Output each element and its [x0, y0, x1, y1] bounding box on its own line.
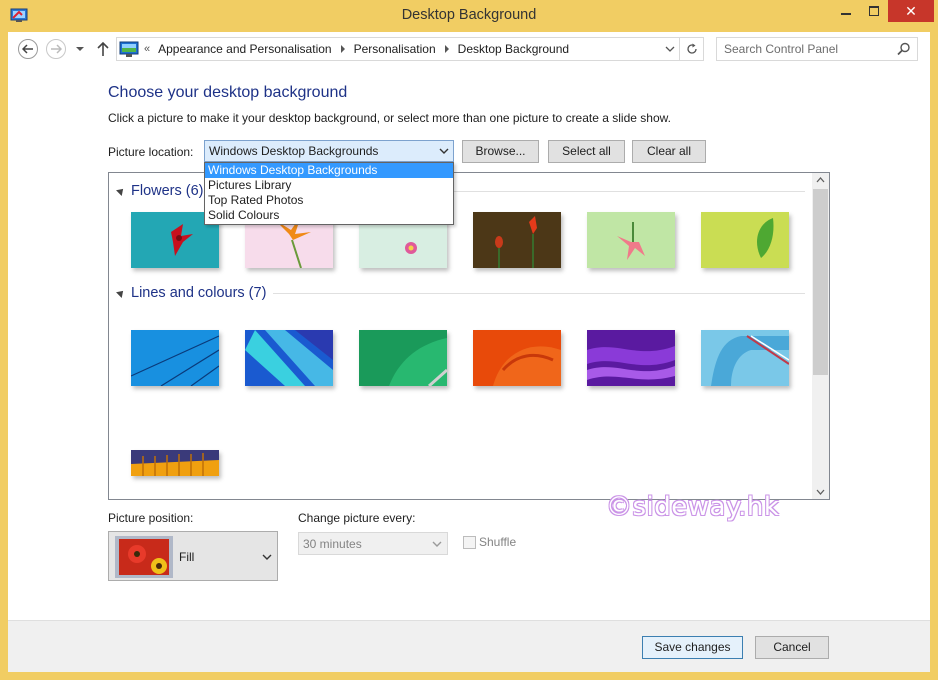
save-changes-button[interactable]: Save changes — [642, 636, 743, 659]
page-description: Click a picture to make it your desktop … — [108, 111, 671, 125]
orange-panels-image — [131, 450, 219, 476]
picture-position-select[interactable]: Fill — [108, 531, 278, 581]
cancel-button[interactable]: Cancel — [755, 636, 829, 659]
breadcrumb-separator-icon[interactable] — [444, 45, 449, 53]
back-button[interactable] — [18, 39, 38, 59]
flower-pink-lily-green-image — [587, 212, 675, 268]
dropdown-option-windows-backgrounds[interactable]: Windows Desktop Backgrounds — [205, 163, 453, 178]
search-box[interactable] — [716, 37, 918, 61]
collapse-triangle-icon[interactable] — [116, 288, 126, 298]
forward-button[interactable] — [46, 39, 66, 59]
wallpaper-thumbnail-lines-5[interactable] — [587, 330, 675, 386]
maximize-button[interactable] — [860, 0, 888, 22]
breadcrumb-appearance[interactable]: Appearance and Personalisation — [158, 42, 331, 56]
maximize-icon — [869, 6, 879, 16]
purple-waves-image — [587, 330, 675, 386]
clear-all-button[interactable]: Clear all — [632, 140, 706, 163]
position-preview-image — [115, 536, 173, 578]
watermark: ©sideway.hk — [606, 492, 780, 522]
select-all-button[interactable]: Select all — [548, 140, 625, 163]
green-curve-image — [359, 330, 447, 386]
search-icon[interactable] — [897, 42, 911, 56]
chevron-down-icon[interactable] — [665, 45, 675, 53]
group-title-flowers: Flowers (6) — [131, 183, 204, 199]
chevron-down-icon — [432, 541, 442, 547]
wallpaper-thumbnail-lines-1[interactable] — [131, 330, 219, 386]
chevron-down-icon — [262, 554, 272, 560]
breadcrumb-desktop-background[interactable]: Desktop Background — [458, 42, 569, 56]
scrollbar-thumb[interactable] — [813, 189, 828, 375]
picture-position-label: Picture position: — [108, 511, 194, 525]
overflow-chevron-icon[interactable]: « — [144, 43, 150, 55]
wallpaper-thumbnail-lines-7[interactable] — [131, 450, 219, 476]
arrow-right-icon — [51, 44, 62, 54]
wallpaper-thumbnail-flower-4[interactable] — [473, 212, 561, 268]
breadcrumb-separator-icon[interactable] — [340, 45, 345, 53]
green-leaf-image — [701, 212, 789, 268]
picture-location-dropdown[interactable]: Windows Desktop Backgrounds Pictures Lib… — [204, 162, 454, 225]
dropdown-option-solid-colours[interactable]: Solid Colours — [205, 208, 453, 223]
blue-lines-image — [131, 330, 219, 386]
page-title: Choose your desktop background — [108, 84, 348, 101]
change-picture-label: Change picture every: — [298, 511, 416, 525]
group-header-lines[interactable]: Lines and colours (7) — [116, 283, 267, 303]
group-header-flowers[interactable]: Flowers (6) — [116, 181, 204, 201]
picture-location-label: Picture location: — [108, 145, 194, 159]
flower-red-tulips-dark-image — [473, 212, 561, 268]
balloon-blue-image — [245, 330, 333, 386]
wallpaper-thumbnail-flower-6[interactable] — [701, 212, 789, 268]
close-button[interactable]: ✕ — [888, 0, 934, 22]
arrow-left-icon — [22, 44, 33, 54]
group-title-lines: Lines and colours (7) — [131, 285, 267, 301]
browse-button[interactable]: Browse... — [462, 140, 539, 163]
orange-swirl-image — [473, 330, 561, 386]
chevron-up-icon[interactable] — [816, 177, 825, 183]
collapse-triangle-icon[interactable] — [116, 186, 126, 196]
footer-bar: Save changes Cancel — [8, 620, 930, 672]
shuffle-label: Shuffle — [479, 535, 517, 549]
minimize-icon — [841, 13, 851, 15]
vertical-scrollbar[interactable] — [812, 173, 829, 499]
minimize-button[interactable] — [832, 0, 860, 22]
wallpaper-thumbnail-lines-3[interactable] — [359, 330, 447, 386]
refresh-button[interactable] — [679, 38, 703, 60]
group-divider — [273, 293, 805, 294]
dropdown-option-pictures-library[interactable]: Pictures Library — [205, 178, 453, 193]
change-picture-value: 30 minutes — [303, 537, 362, 551]
breadcrumb-personalisation[interactable]: Personalisation — [354, 42, 436, 56]
recent-locations-icon[interactable] — [75, 42, 85, 56]
picture-position-value: Fill — [179, 550, 195, 564]
picture-location-value: Windows Desktop Backgrounds — [209, 144, 379, 158]
wallpaper-thumbnail-lines-2[interactable] — [245, 330, 333, 386]
address-bar[interactable]: « Appearance and Personalisation Persona… — [116, 37, 704, 61]
picture-location-select[interactable]: Windows Desktop Backgrounds — [204, 140, 454, 162]
window-title: Desktop Background — [401, 7, 537, 23]
window-frame-bottom — [0, 672, 938, 680]
search-input[interactable] — [717, 38, 887, 60]
dropdown-option-top-rated-photos[interactable]: Top Rated Photos — [205, 193, 453, 208]
light-blue-lines-image — [701, 330, 789, 386]
window-client: « Appearance and Personalisation Persona… — [8, 32, 930, 672]
arrow-up-icon[interactable] — [96, 40, 110, 58]
control-panel-icon — [119, 41, 139, 57]
wallpaper-thumbnail-lines-4[interactable] — [473, 330, 561, 386]
wallpaper-thumbnail-lines-6[interactable] — [701, 330, 789, 386]
close-icon: ✕ — [905, 2, 917, 19]
chevron-down-icon[interactable] — [816, 489, 825, 495]
title-bar: Desktop Background ✕ — [0, 0, 938, 32]
change-picture-select[interactable]: 30 minutes — [298, 532, 448, 555]
refresh-icon — [686, 43, 697, 54]
chevron-down-icon — [439, 148, 449, 154]
shuffle-checkbox[interactable] — [463, 535, 476, 549]
shuffle-option[interactable]: Shuffle — [463, 535, 516, 549]
wallpaper-thumbnail-flower-5[interactable] — [587, 212, 675, 268]
